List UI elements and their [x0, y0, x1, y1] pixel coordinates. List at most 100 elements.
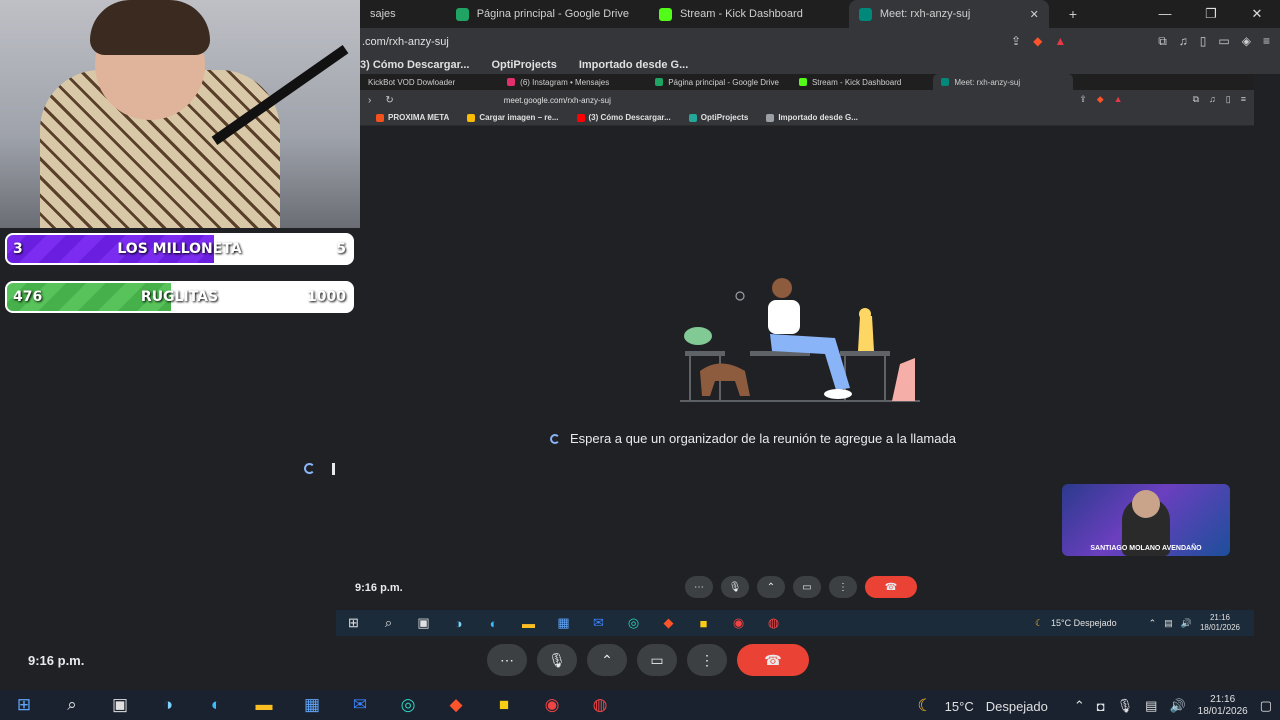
- tray-chevron-icon[interactable]: ⌃: [1074, 698, 1085, 714]
- brave-shield-icon[interactable]: ◆: [1097, 94, 1104, 105]
- webcam-hair: [90, 0, 210, 55]
- extensions-icon[interactable]: ⧉: [1193, 94, 1199, 105]
- inner-clock[interactable]: 21:16 18/01/2026: [1200, 613, 1240, 633]
- share-icon[interactable]: ⇪: [1011, 34, 1021, 49]
- file-explorer-icon[interactable]: ▬: [240, 695, 288, 715]
- inner-address-bar[interactable]: › ↻ meet.google.com/rxh-anzy-suj ⇪ ◆ ▲ ⧉…: [360, 90, 1254, 110]
- brave-rewards-icon[interactable]: ▲: [1114, 94, 1123, 105]
- end-call-button[interactable]: ☎: [737, 644, 809, 676]
- inner-tab-strip: KickBot VOD Dowloader (6) Instagram • Me…: [360, 74, 1254, 90]
- menu-icon[interactable]: ≡: [1263, 34, 1270, 49]
- chevron-up-icon[interactable]: ⌃: [757, 576, 785, 598]
- bookmark[interactable]: OptiProjects: [688, 113, 748, 122]
- windows-start-icon[interactable]: ⊞: [336, 615, 371, 631]
- clock[interactable]: 21:16 18/01/2026: [1198, 694, 1248, 718]
- microphone-icon[interactable]: 🎙: [537, 644, 577, 676]
- bookmark[interactable]: Importado desde G...: [579, 59, 688, 71]
- store-icon[interactable]: ▦: [546, 615, 581, 631]
- copilot-icon[interactable]: ◑: [144, 695, 192, 715]
- forward-icon[interactable]: ›: [368, 95, 371, 106]
- inner-weather[interactable]: 15°C Despejado: [1051, 618, 1117, 628]
- obs-icon[interactable]: ◉: [528, 695, 576, 715]
- more-options-icon[interactable]: ⋯: [685, 576, 713, 598]
- bookmark[interactable]: (3) Cómo Descargar...: [576, 113, 671, 122]
- media-icon[interactable]: ♫: [1209, 94, 1216, 105]
- end-call-button[interactable]: ☎: [865, 576, 917, 598]
- camera-tray-icon[interactable]: ◘: [1097, 699, 1105, 714]
- copilot-icon[interactable]: ◑: [441, 616, 476, 631]
- app-icon[interactable]: ◎: [616, 615, 651, 631]
- weather-temp[interactable]: 15°C: [945, 699, 974, 714]
- waiting-message-row: Espera a que un organizador de la reunió…: [550, 431, 956, 446]
- store-icon[interactable]: ▦: [288, 695, 336, 715]
- network-icon[interactable]: ▤: [1145, 698, 1157, 714]
- vpn-icon[interactable]: ◈: [1242, 34, 1251, 49]
- new-tab-icon[interactable]: +: [1069, 6, 1077, 22]
- kebab-menu-icon[interactable]: ⋮: [829, 576, 857, 598]
- search-icon[interactable]: ⌕: [48, 695, 96, 715]
- inner-tab[interactable]: (6) Instagram • Mensajes: [499, 74, 617, 90]
- brave-icon[interactable]: ◆: [651, 615, 686, 631]
- url-text: meet.google.com/rxh-anzy-suj: [503, 95, 611, 105]
- reload-icon[interactable]: ↻: [385, 95, 393, 106]
- brave-rewards-icon[interactable]: ▲: [1054, 34, 1066, 49]
- file-explorer-icon[interactable]: ▬: [511, 616, 546, 631]
- bookmark[interactable]: Importado desde G...: [766, 113, 858, 122]
- volume-icon[interactable]: 🔊: [1169, 698, 1185, 714]
- edge-icon[interactable]: ◐: [476, 616, 511, 631]
- camera-icon[interactable]: ▭: [793, 576, 821, 598]
- sidebar-icon[interactable]: ▯: [1226, 94, 1231, 105]
- extensions-icon[interactable]: ⧉: [1158, 34, 1167, 49]
- chrome-icon[interactable]: ◍: [756, 615, 791, 631]
- notifications-icon[interactable]: ▢: [1260, 698, 1272, 714]
- network-icon[interactable]: ▤: [1164, 618, 1173, 629]
- outer-tab[interactable]: Stream - Kick Dashboard: [649, 0, 813, 28]
- media-icon[interactable]: ♫: [1179, 34, 1188, 49]
- weather-text[interactable]: Despejado: [986, 699, 1048, 714]
- outer-address-bar[interactable]: .com/rxh-anzy-suj ⇪ ◆ ▲ ⧉ ♫ ▯ ▭ ◈ ≡: [360, 28, 1280, 56]
- edge-icon[interactable]: ◐: [192, 695, 240, 715]
- outlook-icon[interactable]: ✉: [336, 695, 384, 715]
- minimize-icon[interactable]: —: [1142, 0, 1188, 28]
- close-tab-icon[interactable]: ✕: [1030, 8, 1039, 21]
- inner-tab[interactable]: Stream - Kick Dashboard: [791, 74, 909, 90]
- inner-tab[interactable]: Página principal - Google Drive: [647, 74, 787, 90]
- bookmark[interactable]: Cargar imagen – re...: [467, 113, 559, 122]
- system-tray: ☾ 15°C Despejado ⌃ ◘ 🎙 ▤ 🔊 21:16 18/01/2…: [917, 694, 1272, 718]
- share-icon[interactable]: ⇪: [1079, 94, 1087, 105]
- outer-tab[interactable]: Página principal - Google Drive: [446, 0, 639, 28]
- microphone-tray-icon[interactable]: 🎙: [1117, 698, 1134, 714]
- brave-icon[interactable]: ◆: [432, 695, 480, 715]
- chrome-icon[interactable]: ◍: [576, 695, 624, 715]
- search-icon[interactable]: ⌕: [371, 615, 406, 631]
- more-options-icon[interactable]: ⋯: [487, 644, 527, 676]
- volume-icon[interactable]: 🔊: [1181, 618, 1192, 629]
- chevron-up-icon[interactable]: ⌃: [587, 644, 627, 676]
- tray-chevron-icon[interactable]: ⌃: [1149, 618, 1157, 629]
- sticky-notes-icon[interactable]: ■: [480, 695, 528, 715]
- inner-tab[interactable]: KickBot VOD Dowloader: [360, 74, 463, 90]
- self-view-tile[interactable]: SANTIAGO MOLANO AVENDAÑO: [1062, 484, 1230, 556]
- bookmark[interactable]: OptiProjects: [491, 59, 556, 71]
- sticky-notes-icon[interactable]: ■: [686, 616, 721, 631]
- bookmark[interactable]: 3) Cómo Descargar...: [360, 59, 469, 71]
- task-view-icon[interactable]: ▣: [406, 615, 441, 631]
- app-icon[interactable]: ◎: [384, 695, 432, 715]
- outer-tab[interactable]: sajes: [360, 0, 406, 28]
- windows-start-icon[interactable]: ⊞: [0, 695, 48, 715]
- bookmark[interactable]: PROXIMA META: [376, 113, 449, 122]
- menu-icon[interactable]: ≡: [1241, 94, 1246, 105]
- close-window-icon[interactable]: ✕: [1234, 0, 1280, 28]
- outer-tab-active[interactable]: Meet: rxh-anzy-suj ✕: [848, 0, 1049, 28]
- maximize-icon[interactable]: ❐: [1188, 0, 1234, 28]
- brave-shield-icon[interactable]: ◆: [1033, 34, 1042, 49]
- wallet-icon[interactable]: ▭: [1218, 34, 1229, 49]
- microphone-icon[interactable]: 🎙: [721, 576, 749, 598]
- camera-icon[interactable]: ▭: [637, 644, 677, 676]
- kebab-menu-icon[interactable]: ⋮: [687, 644, 727, 676]
- task-view-icon[interactable]: ▣: [96, 695, 144, 715]
- obs-icon[interactable]: ◉: [721, 615, 756, 631]
- outlook-icon[interactable]: ✉: [581, 615, 616, 631]
- sidebar-icon[interactable]: ▯: [1200, 34, 1207, 49]
- inner-tab-active[interactable]: Meet: rxh-anzy-suj: [933, 74, 1074, 90]
